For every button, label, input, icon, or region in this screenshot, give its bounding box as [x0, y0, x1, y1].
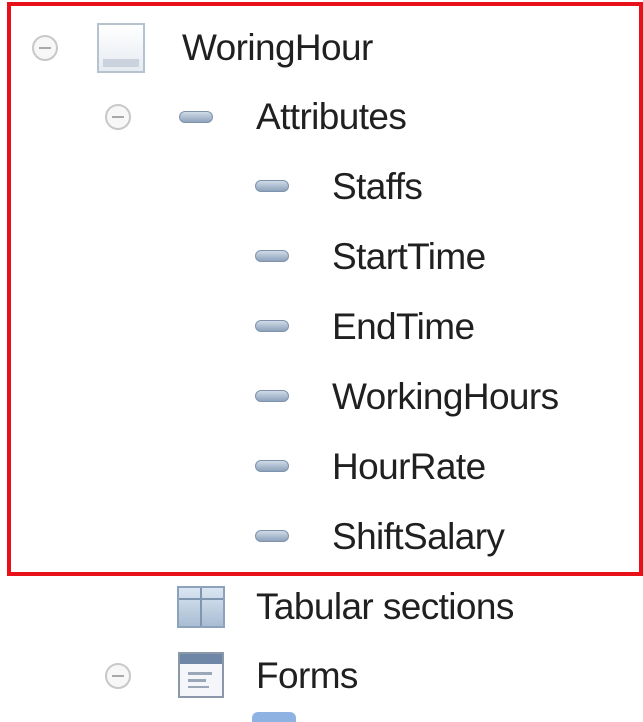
attribute-group-icon	[179, 111, 213, 123]
attribute-icon	[255, 320, 289, 332]
tree-node-label: Forms	[256, 655, 358, 696]
tree-item-staffs[interactable]: Staffs	[332, 157, 423, 217]
tree-item-starttime[interactable]: StartTime	[332, 227, 486, 287]
tree-item-label: HourRate	[332, 446, 486, 487]
tree-item-label: EndTime	[332, 306, 475, 347]
tree-node-label: Tabular sections	[256, 586, 514, 627]
tree-item-label: ShiftSalary	[332, 516, 505, 557]
form-item-icon	[252, 712, 296, 722]
attribute-icon	[255, 390, 289, 402]
tree-node-attributes[interactable]: Attributes	[256, 87, 407, 147]
tree-item-shiftsalary[interactable]: ShiftSalary	[332, 507, 505, 567]
tree-node-label: Attributes	[256, 96, 407, 137]
tree-item-label: Staffs	[332, 166, 423, 207]
tree-node-label: WoringHour	[182, 27, 373, 68]
tree-node-forms[interactable]: Forms	[256, 646, 358, 706]
collapse-attributes-icon[interactable]	[105, 104, 131, 130]
tabular-section-icon	[177, 586, 225, 628]
attribute-icon	[255, 180, 289, 192]
tree-node-woringhour[interactable]: WoringHour	[182, 18, 373, 78]
attribute-icon	[255, 460, 289, 472]
attribute-icon	[255, 530, 289, 542]
tree-item-workinghours[interactable]: WorkingHours	[332, 367, 559, 427]
tree-item-label: StartTime	[332, 236, 486, 277]
tree-item-hourrate[interactable]: HourRate	[332, 437, 486, 497]
tree-node-tabular-sections[interactable]: Tabular sections	[256, 577, 514, 637]
collapse-root-icon[interactable]	[32, 35, 58, 61]
catalog-icon	[97, 23, 145, 73]
tree-item-label: WorkingHours	[332, 376, 559, 417]
form-icon	[178, 652, 224, 698]
collapse-forms-icon[interactable]	[105, 663, 131, 689]
attribute-icon	[255, 250, 289, 262]
tree-item-endtime[interactable]: EndTime	[332, 297, 475, 357]
